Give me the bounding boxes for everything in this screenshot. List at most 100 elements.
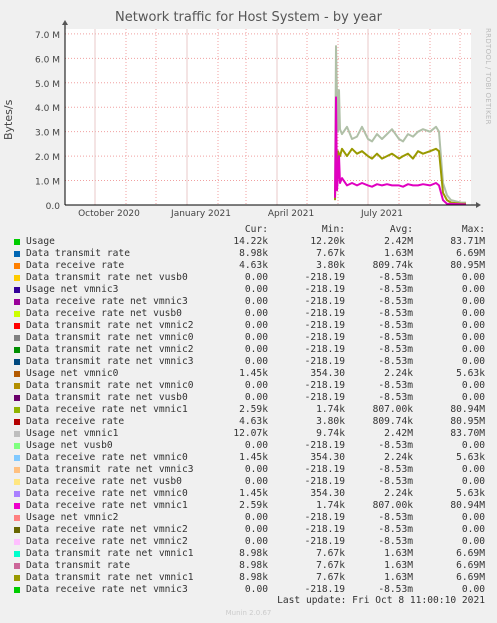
legend-value-max: 0.00 xyxy=(461,392,485,403)
legend-value-min: -218.19 xyxy=(304,356,345,367)
legend-header-min: Min: xyxy=(321,224,345,235)
legend-value-min: 7.67k xyxy=(316,572,345,583)
legend-value-cur: 0.00 xyxy=(244,272,268,283)
legend-value-min: 9.74k xyxy=(316,428,345,439)
legend-value-min: -218.19 xyxy=(304,320,345,331)
legend-value-max: 0.00 xyxy=(461,464,485,475)
legend-swatch xyxy=(14,563,20,569)
legend-value-min: 354.30 xyxy=(310,368,345,379)
legend-value-min: 1.74k xyxy=(316,500,345,511)
legend-value-avg: -8.53m xyxy=(378,356,413,367)
legend-row: Data receive rate net vmnic0 1.45k 354.30 2… xyxy=(0,452,497,464)
legend-header: Cur: Min: Avg: Max: xyxy=(0,224,497,236)
legend-value-min: 7.67k xyxy=(316,560,345,571)
legend-value-cur: 0.00 xyxy=(244,344,268,355)
legend-value-min: -218.19 xyxy=(304,284,345,295)
legend-value-cur: 1.45k xyxy=(239,452,268,463)
legend-series-name: Data receive rate net vusb0 xyxy=(26,476,182,487)
legend-swatch xyxy=(14,503,20,509)
legend-header-avg: Avg: xyxy=(389,224,413,235)
legend-swatch xyxy=(14,467,20,473)
legend-row: Data transmit rate net vmnic0 0.00 -218.19… xyxy=(0,332,497,344)
legend-value-avg: -8.53m xyxy=(378,296,413,307)
legend-row: Data receive rate net vmnic3 0.00 -218.19 -… xyxy=(0,296,497,308)
legend-value-cur: 0.00 xyxy=(244,476,268,487)
legend-swatch xyxy=(14,395,20,401)
legend-swatch xyxy=(14,419,20,425)
legend-value-max: 83.70M xyxy=(450,428,485,439)
legend-value-min: -218.19 xyxy=(304,440,345,451)
legend-value-avg: -8.53m xyxy=(378,464,413,475)
legend-value-max: 0.00 xyxy=(461,320,485,331)
legend-swatch xyxy=(14,539,20,545)
legend-series-name: Data transmit rate net vmnic1 xyxy=(26,572,194,583)
x-axis-arrow xyxy=(476,202,481,208)
y-tick-labels: 0.0 1.0 M 2.0 M 3.0 M 4.0 M 5.0 M 6.0 M 7.0 M xyxy=(35,31,60,212)
legend-value-cur: 12.07k xyxy=(233,428,268,439)
legend-row: Data transmit rate net vmnic3 0.00 -218.19… xyxy=(0,356,497,368)
legend-value-max: 80.94M xyxy=(450,500,485,511)
legend-value-avg: 2.24k xyxy=(384,488,413,499)
legend-series-name: Data transmit rate net vmnic1 xyxy=(26,548,194,559)
legend-row: Data transmit rate net vmnic3 0.00 -218.19… xyxy=(0,464,497,476)
legend-value-cur: 4.63k xyxy=(239,260,268,271)
legend-series-name: Data transmit rate net vmnic2 xyxy=(26,320,194,331)
legend-swatch xyxy=(14,287,20,293)
legend-row: Usage net vmnic2 0.00 -218.19 -8.53m 0.00 xyxy=(0,512,497,524)
legend-value-min: -218.19 xyxy=(304,536,345,547)
legend-value-max: 80.95M xyxy=(450,416,485,427)
legend-value-avg: -8.53m xyxy=(378,344,413,355)
legend-value-max: 83.71M xyxy=(450,236,485,247)
legend-row: Usage net vmnic0 1.45k 354.30 2.24k 5.63k xyxy=(0,368,497,380)
legend-value-cur: 0.00 xyxy=(244,464,268,475)
legend-value-cur: 8.98k xyxy=(239,572,268,583)
legend-value-cur: 2.59k xyxy=(239,500,268,511)
x-tick-label: April 2021 xyxy=(268,209,314,219)
legend-value-avg: 807.00k xyxy=(372,500,413,511)
legend-value-min: -218.19 xyxy=(304,344,345,355)
legend-swatch xyxy=(14,347,20,353)
legend-value-avg: 2.42M xyxy=(384,428,413,439)
legend-row: Usage net vusb0 0.00 -218.19 -8.53m 0.00 xyxy=(0,440,497,452)
legend-row: Data transmit rate 8.98k 7.67k 1.63M 6.69M xyxy=(0,248,497,260)
legend-value-avg: 1.63M xyxy=(384,248,413,259)
x-tick-label: January 2021 xyxy=(170,209,231,219)
footer-version: Munin 2.0.67 xyxy=(225,609,272,617)
legend-row: Data transmit rate 8.98k 7.67k 1.63M 6.69M xyxy=(0,560,497,572)
legend-series-name: Data receive rate xyxy=(26,260,125,271)
legend-value-avg: 1.63M xyxy=(384,560,413,571)
legend-value-avg: 2.42M xyxy=(384,236,413,247)
legend-swatch xyxy=(14,383,20,389)
legend-value-min: -218.19 xyxy=(304,380,345,391)
legend-value-avg: 809.74k xyxy=(372,416,413,427)
legend-series-name: Usage net vmnic3 xyxy=(26,284,119,295)
legend-value-max: 0.00 xyxy=(461,344,485,355)
legend-value-max: 6.69M xyxy=(456,248,485,259)
legend-series-name: Data transmit rate net vusb0 xyxy=(26,272,188,283)
legend-value-min: 1.74k xyxy=(316,404,345,415)
legend-swatch xyxy=(14,443,20,449)
legend-series-name: Usage net vmnic2 xyxy=(26,512,119,523)
legend-value-cur: 14.22k xyxy=(233,236,268,247)
legend-value-max: 0.00 xyxy=(461,476,485,487)
legend-value-avg: -8.53m xyxy=(378,524,413,535)
legend-value-avg: 809.74k xyxy=(372,260,413,271)
legend-value-max: 0.00 xyxy=(461,584,485,595)
legend-row: Data transmit rate net vmnic1 8.98k 7.67k 1… xyxy=(0,572,497,584)
legend-value-avg: -8.53m xyxy=(378,440,413,451)
legend-series-name: Data transmit rate net vmnic0 xyxy=(26,332,194,343)
legend-value-min: -218.19 xyxy=(304,476,345,487)
legend-row: Data receive rate net vusb0 0.00 -218.19 -8… xyxy=(0,308,497,320)
legend-series-name: Data receive rate xyxy=(26,416,125,427)
y-tick-label: 4.0 M xyxy=(35,104,60,114)
legend-row: Data transmit rate net vusb0 0.00 -218.19 -… xyxy=(0,272,497,284)
legend-value-cur: 8.98k xyxy=(239,248,268,259)
legend-value-avg: 2.24k xyxy=(384,368,413,379)
legend-value-cur: 8.98k xyxy=(239,548,268,559)
legend-swatch xyxy=(14,359,20,365)
legend-value-max: 5.63k xyxy=(456,452,485,463)
legend-value-max: 0.00 xyxy=(461,524,485,535)
legend-value-min: 7.67k xyxy=(316,548,345,559)
legend-value-max: 80.95M xyxy=(450,260,485,271)
legend-value-avg: -8.53m xyxy=(378,536,413,547)
